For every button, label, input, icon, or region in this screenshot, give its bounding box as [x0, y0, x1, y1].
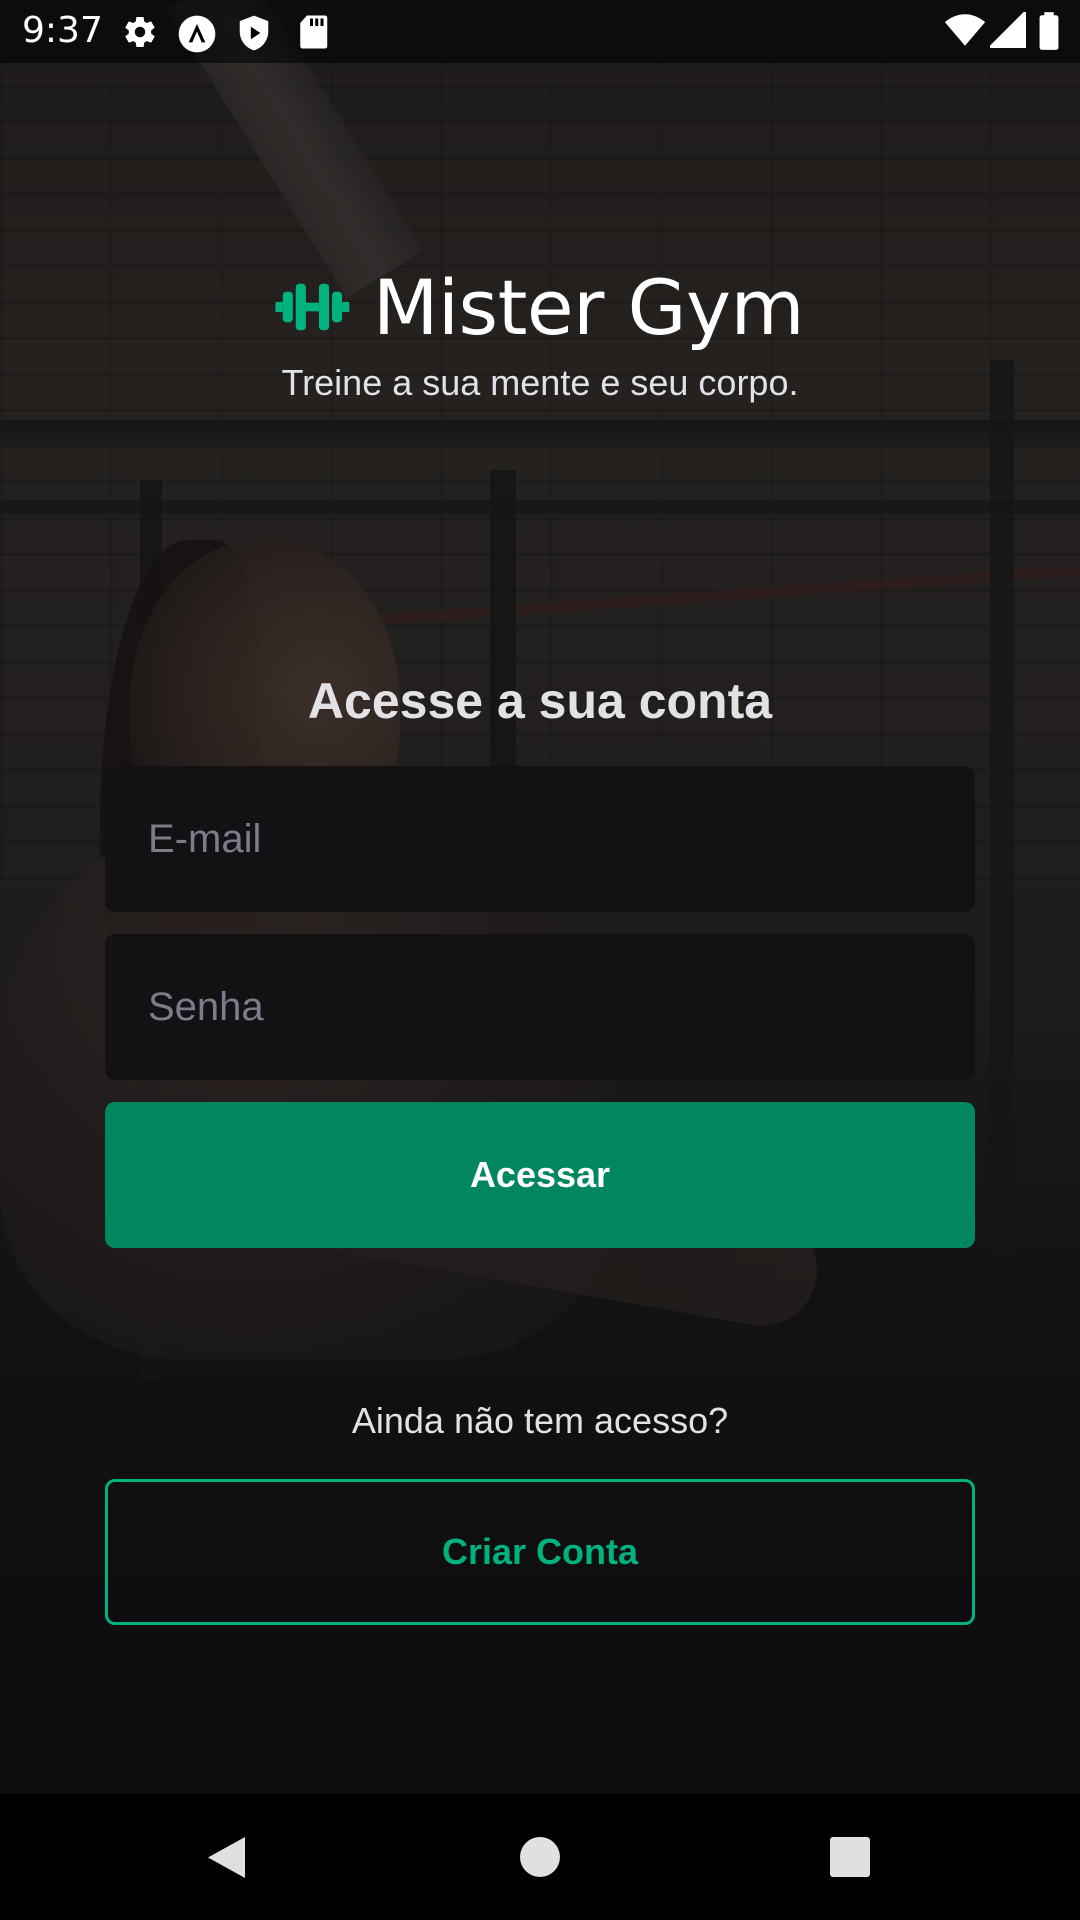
create-account-button[interactable]: Criar Conta — [105, 1479, 975, 1625]
password-input[interactable]: Senha — [105, 934, 975, 1080]
password-placeholder: Senha — [148, 984, 264, 1029]
login-content: Mister Gym Treine a sua mente e seu corp… — [0, 0, 1080, 1794]
status-bar: 9:37 — [0, 0, 1080, 63]
a-badge-icon — [178, 15, 216, 53]
app-title: Mister Gym — [372, 262, 805, 352]
login-screen: 9:37 Mister Gym Treine a sua mente e seu… — [0, 0, 1080, 1920]
signup-prompt: Ainda não tem acesso? — [351, 1400, 729, 1441]
battery-icon — [1039, 12, 1059, 50]
app-tagline: Treine a sua mente e seu corpo. — [281, 362, 799, 403]
email-placeholder: E-mail — [148, 816, 262, 861]
brand-logo: Mister Gym — [274, 262, 805, 352]
shield-play-icon — [239, 15, 269, 51]
login-button[interactable]: Acessar — [105, 1102, 975, 1248]
email-input[interactable]: E-mail — [105, 766, 975, 912]
login-button-label: Acessar — [469, 1154, 611, 1195]
wifi-icon — [944, 14, 986, 46]
recents-icon[interactable] — [815, 1822, 885, 1892]
create-account-label: Criar Conta — [441, 1531, 639, 1572]
navigation-bar — [0, 1794, 1080, 1920]
back-icon[interactable] — [190, 1822, 260, 1892]
gear-icon — [125, 17, 155, 48]
signal-icon — [990, 12, 1026, 48]
sd-card-icon — [300, 15, 328, 49]
home-icon[interactable] — [505, 1822, 575, 1892]
dumbbell-icon — [275, 283, 350, 331]
status-time: 9:37 — [22, 10, 103, 51]
login-heading: Acesse a sua conta — [307, 673, 773, 729]
